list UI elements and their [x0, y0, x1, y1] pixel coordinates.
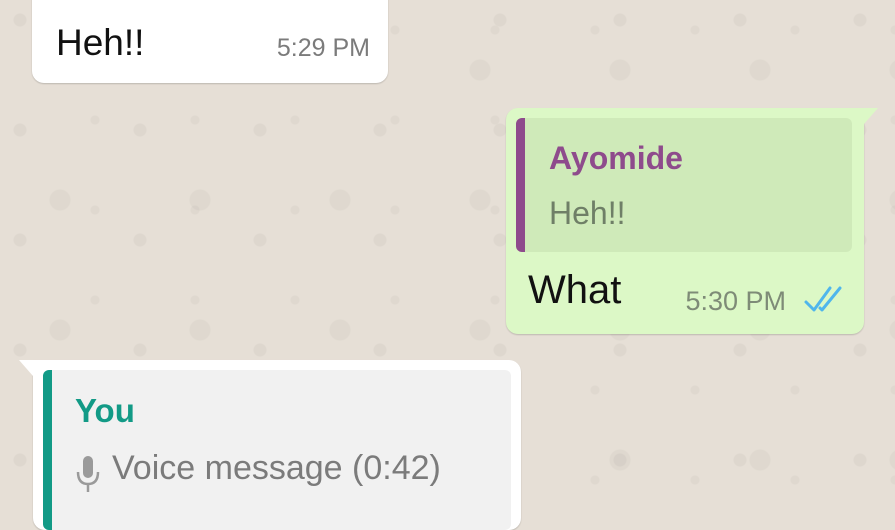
quote-author: You — [75, 392, 135, 429]
microphone-icon — [76, 456, 100, 492]
message-text: What — [528, 268, 622, 312]
message-timestamp: 5:30 PM — [685, 286, 786, 316]
quote-author: Ayomide — [549, 140, 683, 176]
outgoing-message-bubble[interactable]: Ayomide Heh!! What 5:30 PM — [506, 108, 878, 334]
message-timestamp: 5:29 PM — [276, 34, 370, 62]
incoming-message-bubble[interactable]: You Voice message (0:42) — [19, 360, 521, 530]
double-check-read-icon — [804, 286, 842, 312]
quote-text: Heh!! — [549, 195, 626, 231]
quote-accent-bar — [43, 370, 52, 530]
incoming-message-bubble[interactable]: Heh!! 5:29 PM — [32, 0, 388, 83]
quote-text: Voice message (0:42) — [112, 449, 441, 487]
quoted-message[interactable]: Ayomide Heh!! — [516, 118, 852, 252]
quoted-message[interactable]: You Voice message (0:42) — [43, 370, 511, 530]
quote-accent-bar — [516, 118, 525, 252]
message-text: Heh!! — [56, 22, 145, 63]
